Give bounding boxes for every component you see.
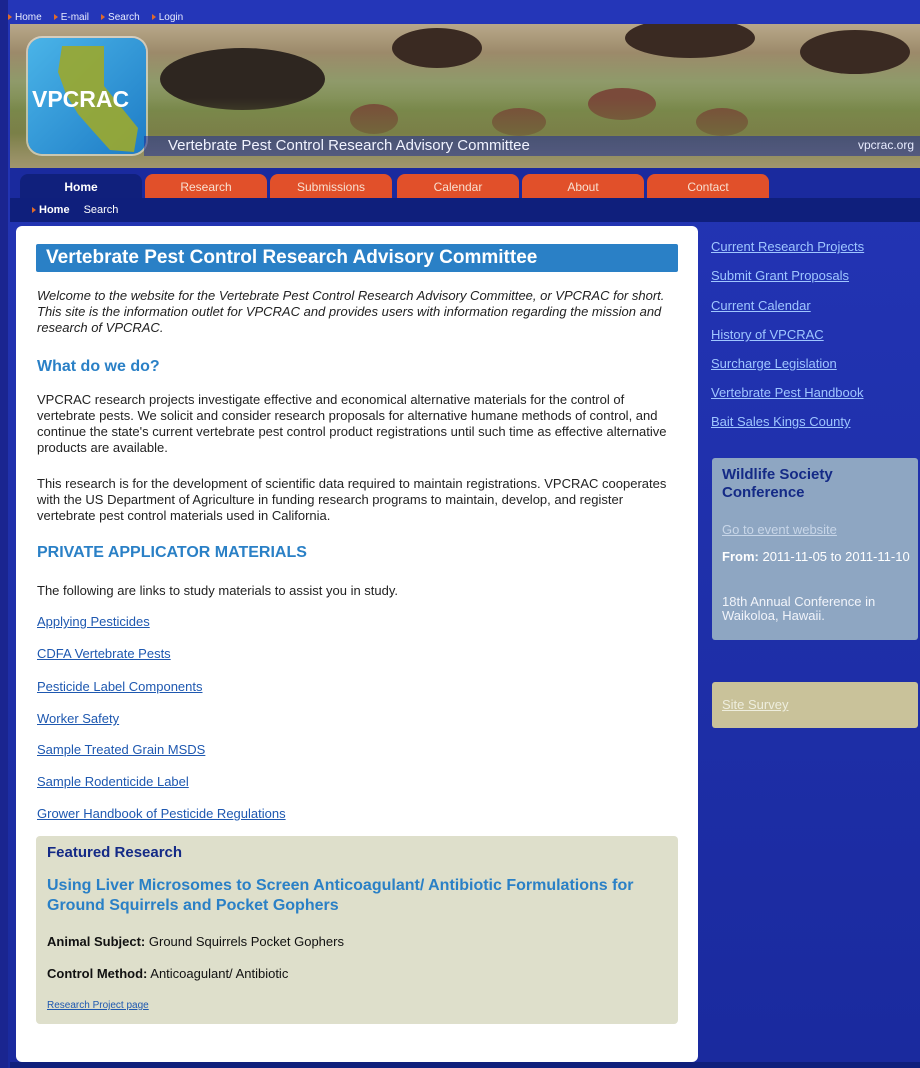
main-content: Vertebrate Pest Control Research Advisor… bbox=[16, 226, 698, 1062]
header-banner: VPCRAC Vertebrate Pest Control Research … bbox=[10, 24, 920, 168]
event-box: Wildlife Society Conference Go to event … bbox=[712, 458, 918, 640]
arrow-right-icon bbox=[8, 14, 12, 20]
topbar-link-label[interactable]: Login bbox=[159, 12, 183, 23]
animal-subject-label: Animal Subject: bbox=[47, 934, 146, 949]
topbar-link-label[interactable]: Search bbox=[108, 12, 140, 23]
pam-heading: PRIVATE APPLICATOR MATERIALS bbox=[37, 544, 307, 561]
pam-intro: The following are links to study materia… bbox=[37, 583, 399, 598]
boar-shape bbox=[625, 24, 755, 58]
footer-bar bbox=[10, 1062, 920, 1068]
logo-text: VPCRAC bbox=[32, 86, 130, 112]
main-tabs: Home Research Submissions Calendar About… bbox=[10, 168, 920, 198]
arrow-right-icon bbox=[151, 14, 156, 20]
arrow-right-icon bbox=[101, 14, 106, 20]
event-dates: From: 2011-11-05 to 2011-11-10 bbox=[722, 550, 912, 564]
grass-overlay bbox=[10, 98, 920, 168]
link-cdfa-vertebrate-pests[interactable]: CDFA Vertebrate Pests bbox=[37, 646, 171, 661]
event-description: 18th Annual Conference in Waikoloa, Hawa… bbox=[722, 594, 876, 623]
featured-title[interactable]: Using Liver Microsomes to Screen Anticoa… bbox=[47, 876, 667, 916]
featured-research-box: Featured Research Using Liver Microsomes… bbox=[36, 836, 678, 1024]
tab-research[interactable]: Research bbox=[145, 174, 267, 198]
animal-subject-line: Animal Subject: Ground Squirrels Pocket … bbox=[47, 934, 344, 949]
intro-paragraph: Welcome to the website for the Vertebrat… bbox=[37, 288, 665, 335]
arrow-right-icon bbox=[32, 207, 36, 213]
banner-title: Vertebrate Pest Control Research Advisor… bbox=[168, 137, 530, 154]
left-edge bbox=[0, 0, 8, 1068]
site-survey-box: Site Survey bbox=[712, 682, 918, 728]
sidebar-link-submit-grant[interactable]: Submit Grant Proposals bbox=[711, 268, 849, 283]
event-title: Wildlife Society Conference bbox=[722, 466, 833, 501]
event-from-label: From: bbox=[722, 549, 759, 564]
tab-contact[interactable]: Contact bbox=[647, 174, 769, 198]
tab-calendar[interactable]: Calendar bbox=[397, 174, 519, 198]
arrow-right-icon bbox=[53, 14, 58, 20]
sidebar-link-history[interactable]: History of VPCRAC bbox=[711, 327, 824, 342]
sidebar: Current Research Projects Submit Grant P… bbox=[702, 226, 920, 1062]
topbar-home-link[interactable]: Home bbox=[8, 12, 42, 23]
event-website-link[interactable]: Go to event website bbox=[722, 522, 837, 537]
tab-about[interactable]: About bbox=[522, 174, 644, 198]
event-from-value: 2011-11-05 to 2011-11-10 bbox=[762, 549, 910, 564]
link-applying-pesticides[interactable]: Applying Pesticides bbox=[37, 614, 150, 629]
link-sample-treated-grain-msds[interactable]: Sample Treated Grain MSDS bbox=[37, 742, 205, 757]
site-survey-link[interactable]: Site Survey bbox=[722, 697, 788, 712]
link-grower-handbook[interactable]: Grower Handbook of Pesticide Regulations bbox=[37, 806, 286, 821]
sidebar-link-calendar[interactable]: Current Calendar bbox=[711, 298, 811, 313]
utility-bar: Home E-mail Search Login bbox=[8, 10, 920, 24]
control-method-value: Anticoagulant/ Antibiotic bbox=[150, 966, 289, 981]
research-project-page-link[interactable]: Research Project page bbox=[47, 1000, 149, 1011]
topbar-login-link[interactable]: Login bbox=[151, 12, 183, 23]
vpcrac-logo[interactable]: VPCRAC bbox=[28, 38, 146, 154]
what-paragraph-1: VPCRAC research projects investigate eff… bbox=[37, 392, 667, 455]
subnav-search[interactable]: Search bbox=[84, 204, 119, 216]
subnav-home[interactable]: Home bbox=[39, 204, 70, 216]
tab-submissions[interactable]: Submissions bbox=[270, 174, 392, 198]
topbar-link-label[interactable]: Home bbox=[15, 12, 42, 23]
link-worker-safety[interactable]: Worker Safety bbox=[37, 711, 119, 726]
what-heading: What do we do? bbox=[37, 358, 160, 375]
animal-subject-value: Ground Squirrels Pocket Gophers bbox=[148, 934, 344, 949]
sidebar-link-handbook[interactable]: Vertebrate Pest Handbook bbox=[711, 385, 864, 400]
control-method-label: Control Method: bbox=[47, 966, 148, 981]
sub-navigation: Home Search bbox=[10, 198, 920, 222]
control-method-line: Control Method: Anticoagulant/ Antibioti… bbox=[47, 966, 288, 981]
sidebar-link-surcharge[interactable]: Surcharge Legislation bbox=[711, 356, 837, 371]
sidebar-link-current-research[interactable]: Current Research Projects bbox=[711, 239, 864, 254]
page-title: Vertebrate Pest Control Research Advisor… bbox=[36, 244, 678, 272]
topbar-email-link[interactable]: E-mail bbox=[53, 12, 89, 23]
tab-home[interactable]: Home bbox=[20, 174, 142, 198]
sidebar-link-bait-sales[interactable]: Bait Sales Kings County bbox=[711, 414, 850, 429]
link-sample-rodenticide-label[interactable]: Sample Rodenticide Label bbox=[37, 774, 189, 789]
boar-shape bbox=[392, 28, 482, 68]
featured-heading: Featured Research bbox=[47, 844, 183, 861]
topbar-link-label[interactable]: E-mail bbox=[61, 12, 89, 23]
topbar-search-link[interactable]: Search bbox=[101, 12, 140, 23]
what-paragraph-2: This research is for the development of … bbox=[37, 476, 667, 523]
banner-url: vpcrac.org bbox=[857, 138, 914, 152]
boar-shape bbox=[800, 30, 910, 74]
banner-title-strip: Vertebrate Pest Control Research Advisor… bbox=[144, 136, 920, 156]
link-pesticide-label-components[interactable]: Pesticide Label Components bbox=[37, 679, 203, 694]
